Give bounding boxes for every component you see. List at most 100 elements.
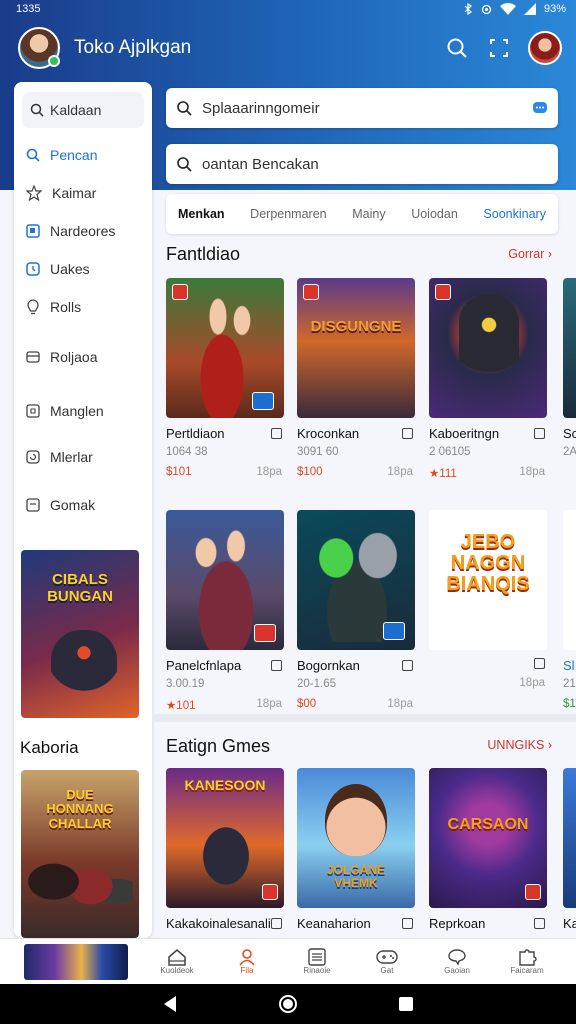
checkbox[interactable] [271,660,282,671]
game-title: Reprkoan [429,916,486,931]
game-card[interactable]: Sc 2A [563,278,576,458]
game-meta: 2A [563,446,576,458]
game-thumbnail: JEBO NAGGN BIANQIS [429,510,547,650]
game-price: ★111 [429,468,457,480]
sidebar-item-label: Nardeores [50,223,116,239]
scan-button[interactable] [486,35,512,61]
game-size: 18pa [519,466,545,478]
game-card[interactable]: KANESOON Kakakoinalesanali [166,768,286,931]
nav-item-rinaoie[interactable]: Rinaoie [282,948,352,975]
tab-menkan[interactable]: Menkan [178,207,225,221]
sidebar-item-label: Rolls [50,299,82,315]
sidebar-promo2-title: DUE HONNANG CHALLAR [46,787,114,831]
game-card[interactable]: Ka [563,768,576,931]
main-search-input[interactable]: Splaaarinngomeir [166,88,558,128]
home-icon [168,949,186,966]
tab-derpenmaren[interactable]: Derpenmaren [250,207,326,221]
game-card[interactable]: Sl 21 $1 [563,510,576,710]
sidebar-promo-title: CIBALS BUNGAN [47,571,113,605]
sidebar-item-label: Mlerlar [50,449,93,465]
checkbox[interactable] [402,918,413,929]
checkbox[interactable] [402,428,413,439]
sidebar-promo-card[interactable]: CIBALS BUNGAN [21,550,139,718]
status-bar: 1335 93% [0,0,576,18]
game-card[interactable]: CARSAON Reprkoan [429,768,549,931]
game-price: $100 [297,466,323,478]
nav-item-kuoldeok[interactable]: Kuoldeok [142,948,212,975]
game-card[interactable]: JOLGANE VHEMK Keanaharion [297,768,417,931]
sidebar-item-pencan[interactable]: Pencan [14,136,152,174]
nav-item-gaoian[interactable]: Gaoian [422,948,492,975]
profile-avatar[interactable] [528,31,562,65]
tab-uoiodan[interactable]: Uoiodan [411,207,458,221]
eating-more-link[interactable]: UNNGIKS › [487,738,552,752]
sidebar-item-kaimar[interactable]: Kaimar [14,174,152,212]
sidebar-item-uakes[interactable]: Uakes [14,250,152,288]
badge-icon [525,884,541,900]
chevron-right-icon: › [547,247,552,261]
nav-item-gat[interactable]: Gat [352,948,422,975]
game-thumbnail [166,510,284,650]
game-size: 18pa [387,698,413,710]
search-icon [177,157,192,172]
avatar[interactable] [18,27,60,69]
person-icon [239,949,255,966]
tab-mainy[interactable]: Mainy [352,207,385,221]
checkbox[interactable] [402,660,413,671]
search-button[interactable] [444,35,470,61]
game-meta: 21 [563,678,576,690]
heroes-figure [186,806,266,906]
checkbox[interactable] [271,428,282,439]
star-icon [26,185,42,201]
robot-figure [459,294,519,404]
game-art-title: KANESOON [184,777,266,793]
game-meta: 3.00.19 [166,678,205,690]
promo-banner-thumbnail[interactable] [24,943,128,980]
badge-icon [383,622,405,640]
sidebar-item-nardeores[interactable]: Nardeores [14,212,152,250]
game-title: Bogornkan [297,658,360,673]
nav-label: Kuoldeok [160,966,194,975]
game-thumbnail [297,510,415,650]
checkbox[interactable] [534,428,545,439]
sidebar-item-roljaoa[interactable]: Roljaoa [14,338,152,376]
section-divider [152,714,576,722]
clock-icon [26,262,40,276]
home-button-icon[interactable] [278,994,298,1014]
badge-icon [303,284,319,300]
refresh-icon [26,450,40,464]
game-card[interactable]: JEBO NAGGN BIANQIS 18pa [429,510,549,689]
search-icon [447,38,467,58]
checkbox[interactable] [534,918,545,929]
tab-soonkinary[interactable]: Soonkinary [483,207,546,221]
secondary-search-input[interactable]: oantan Bencakan [166,144,558,184]
sidebar-item-rolls[interactable]: Rolls [14,288,152,326]
sidebar-item-gomak[interactable]: Gomak [14,486,152,524]
sidebar-item-manglen[interactable]: Manglen [14,392,152,430]
game-price: $1 [563,698,576,710]
featured-more-link[interactable]: Gorrar › [508,247,552,261]
square-icon [26,224,40,238]
game-card[interactable]: Panelcfnlapa 3.00.19 ★101 18pa [166,510,286,712]
nav-label: Gat [380,966,394,975]
game-card[interactable]: Pertldiaon 1064 38 $101 18pa [166,278,286,478]
nav-item-fila[interactable]: Fila [212,948,282,975]
game-title: Keanaharion [297,916,371,931]
bluetooth-icon [464,3,472,15]
checkbox[interactable] [534,658,545,669]
status-time: 1335 [16,3,41,15]
nav-item-faicaram[interactable]: Faicaram [492,948,562,975]
sidebar-search[interactable]: Kaldaan [22,92,144,128]
recents-icon[interactable] [398,996,414,1012]
game-meta: 3091 60 [297,446,339,458]
game-card[interactable]: Kaboeritngn 2 06105 ★111 18pa [429,278,549,480]
game-card[interactable]: DISGUNGNE Kroconkan 3091 60 $100 18pa [297,278,417,478]
wifi-icon [499,3,516,15]
sidebar-item-mlerlar[interactable]: Mlerlar [14,438,152,476]
game-card[interactable]: Bogornkan 20-1.65 $00 18pa [297,510,417,710]
checkbox[interactable] [271,918,282,929]
game-thumbnail: KANESOON [166,768,284,908]
back-icon[interactable] [162,995,178,1013]
sidebar-promo-card-2[interactable]: DUE HONNANG CHALLAR [21,770,139,938]
chat-icon[interactable] [532,100,548,116]
